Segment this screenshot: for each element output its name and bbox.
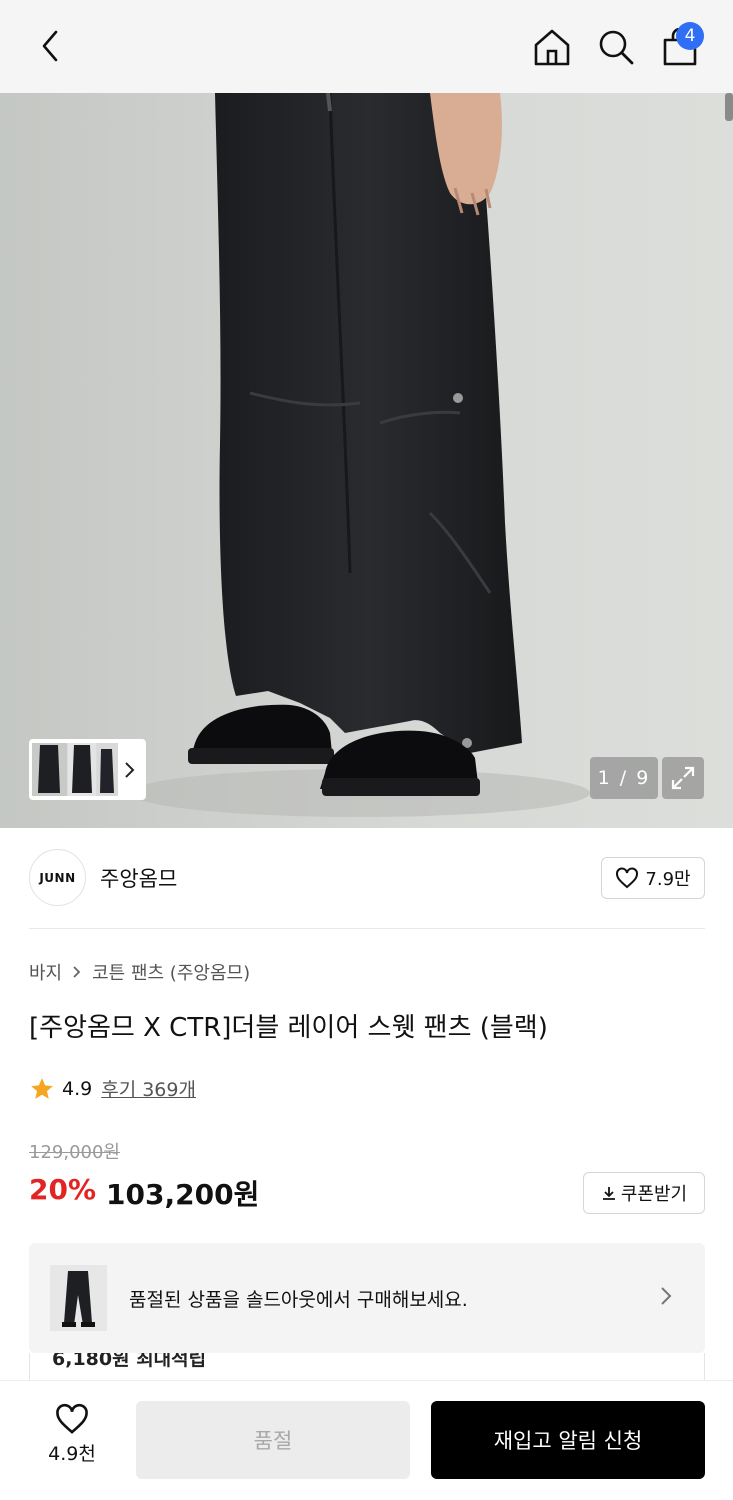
back-button[interactable] [28,24,72,68]
chevron-right-icon [125,761,135,778]
heart-outline-icon [616,867,639,889]
star-icon [31,1077,53,1099]
rating-row: 4.9 후기 369개 [29,1075,196,1102]
expand-icon [671,766,695,790]
divider [29,928,705,929]
rating-value: 4.9 [62,1077,93,1100]
restock-alert-button[interactable]: 재입고 알림 신청 [431,1401,705,1479]
product-title: [주앙옴므 X CTR]더블 레이어 스웻 팬츠 (블랙) [29,1013,548,1043]
chevron-right-icon [661,1287,672,1305]
points-info-partial: 6,180원 최대적립 [29,1353,705,1381]
brand-name[interactable]: 주앙옴므 [100,863,177,893]
brand-row: JUNN 주앙옴므 7.9만 [29,849,705,907]
soldout-notice-banner[interactable]: 품절된 상품을 솔드아웃에서 구매해보세요. [29,1243,705,1353]
cart-count-badge: 4 [676,22,704,50]
brand-logo[interactable]: JUNN [29,849,86,906]
image-counter: 1 / 9 [590,757,658,799]
thumbnail-image [32,743,118,796]
chevron-right-icon [73,966,81,978]
brand-like-button[interactable]: 7.9만 [601,857,705,899]
product-image-carousel[interactable] [0,93,733,828]
home-icon [534,29,570,66]
sale-price: 103,200원 [106,1178,260,1211]
heart-outline-icon [56,1403,88,1434]
coupon-label: 쿠폰받기 [620,1184,688,1205]
points-text: 6,180원 최대적립 [52,1353,207,1370]
search-icon [599,30,634,65]
home-button[interactable] [530,24,574,70]
price-row: 20% 103,200원 [29,1173,259,1213]
coupon-button[interactable]: 쿠폰받기 [583,1172,705,1214]
download-icon [602,1187,615,1200]
brand-logo-text: JUNN [39,870,76,885]
brand-like-count: 7.9만 [645,869,691,890]
breadcrumb-category[interactable]: 바지 [29,959,62,985]
breadcrumb: 바지 코튼 팬츠 (주앙옴므) [29,959,250,985]
top-navigation-bar: 4 [0,0,733,93]
review-link[interactable]: 후기 369개 [101,1075,196,1102]
bottom-action-bar: 4.9천 품절 재입고 알림 신청 [0,1380,733,1500]
breadcrumb-subcategory[interactable]: 코튼 팬츠 (주앙옴므) [92,959,250,985]
soldout-button: 품절 [136,1401,410,1479]
wishlist-count: 4.9천 [48,1443,96,1465]
search-button[interactable] [594,24,638,70]
soldout-notice-message: 품절된 상품을 솔드아웃에서 구매해보세요. [129,1289,468,1311]
chevron-left-icon [42,30,58,62]
product-photo [0,93,733,828]
expand-button[interactable] [662,757,704,799]
wishlist-button[interactable]: 4.9천 [30,1403,114,1473]
soldout-product-thumbnail [50,1265,107,1331]
original-price: 129,000원 [29,1142,120,1163]
thumbnail-strip-button[interactable] [29,739,146,800]
discount-rate: 20% [29,1173,97,1206]
scroll-indicator[interactable] [725,93,733,121]
